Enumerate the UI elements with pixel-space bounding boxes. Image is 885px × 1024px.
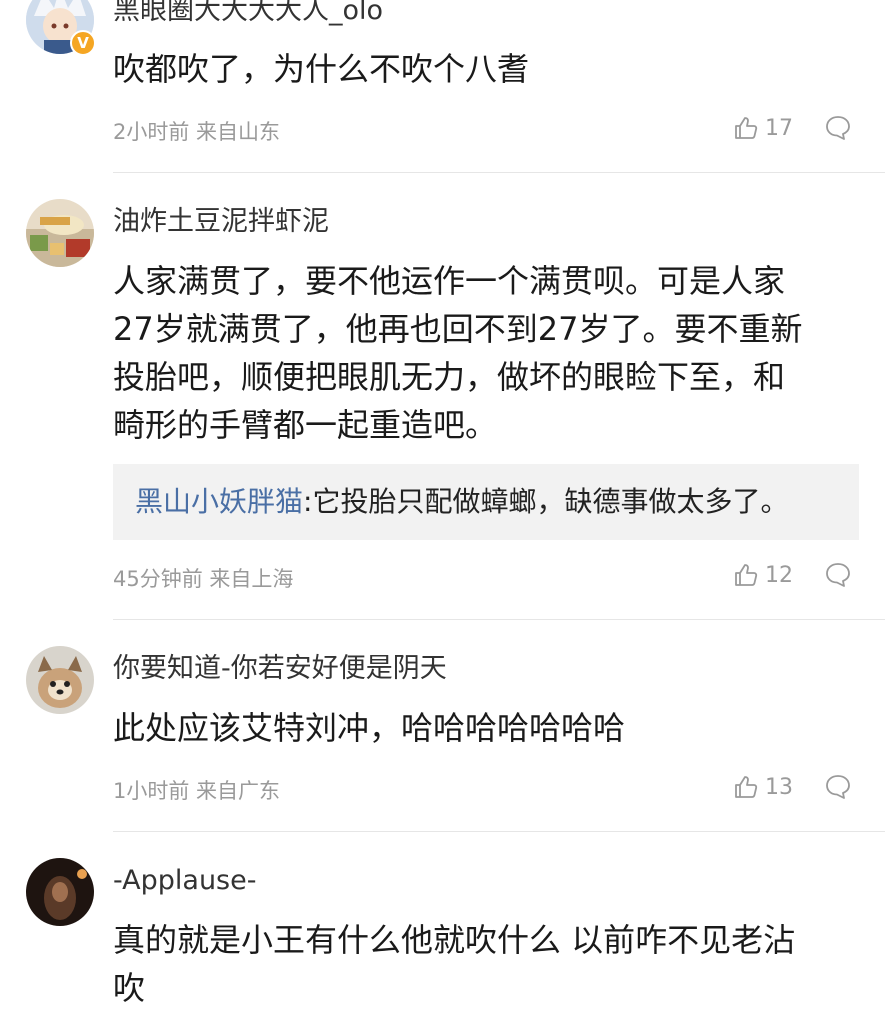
like-button[interactable]: 12 — [733, 562, 793, 588]
verified-badge-icon: V — [70, 30, 96, 56]
sub-reply-text: 它投胎只配做蟑螂，缺德事做太多了。 — [312, 485, 789, 518]
divider — [113, 172, 885, 173]
thumbs-up-icon — [735, 776, 758, 798]
comment-username[interactable]: 黑眼圈大大大大人_olo — [113, 0, 383, 28]
comment-meta: 2小时前 来自山东 — [113, 120, 281, 144]
comment-content: 此处应该艾特刘冲，哈哈哈哈哈哈哈 — [113, 709, 626, 747]
divider — [113, 619, 885, 620]
comment-username[interactable]: -Applause- — [113, 864, 256, 898]
like-button[interactable]: 17 — [733, 115, 793, 141]
sub-reply[interactable]: 黑山小妖胖猫:它投胎只配做蟑螂，缺德事做太多了。 — [113, 464, 859, 540]
sub-reply-username[interactable]: 黑山小妖胖猫 — [135, 485, 303, 518]
content-line: 真的就是小王有什么他就吹什么 以前咋不见老沾 — [113, 921, 796, 959]
thumbs-up-icon — [735, 117, 758, 139]
user-avatar[interactable] — [26, 199, 94, 267]
reply-bubble-icon[interactable] — [824, 114, 852, 142]
comment-meta: 1小时前 来自广东 — [113, 779, 281, 803]
reply-bubble-icon[interactable] — [824, 773, 852, 801]
content-line: 吹 — [113, 969, 146, 1007]
content-line: 人家满贯了，要不他运作一个满贯呗。可是人家 — [113, 262, 786, 300]
like-count: 12 — [765, 562, 793, 588]
user-avatar[interactable] — [26, 858, 94, 926]
like-count: 17 — [765, 115, 793, 141]
content-line: 投胎吧，顺便把眼肌无力，做坏的眼睑下至，和 — [113, 358, 786, 396]
divider — [113, 831, 885, 832]
content-line: 27岁就满贯了，他再也回不到27岁了。要不重新 — [113, 310, 803, 348]
reply-bubble-icon[interactable] — [824, 561, 852, 589]
comment-content: 真的就是小王有什么他就吹什么 以前咋不见老沾 吹 — [113, 916, 853, 1012]
content-line: 畸形的手臂都一起重造吧。 — [113, 406, 498, 444]
thumbs-up-icon — [735, 564, 758, 586]
comment-meta: 45分钟前 来自上海 — [113, 567, 294, 591]
like-count: 13 — [765, 774, 793, 800]
comment-username[interactable]: 油炸土豆泥拌虾泥 — [113, 205, 329, 239]
comment-content: 人家满贯了，要不他运作一个满贯呗。可是人家 27岁就满贯了，他再也回不到27岁了… — [113, 257, 853, 449]
like-button[interactable]: 13 — [733, 774, 793, 800]
comment-content: 吹都吹了，为什么不吹个八耆 — [113, 50, 530, 88]
user-avatar[interactable] — [26, 646, 94, 714]
comment-username[interactable]: 你要知道-你若安好便是阴天 — [113, 652, 447, 686]
